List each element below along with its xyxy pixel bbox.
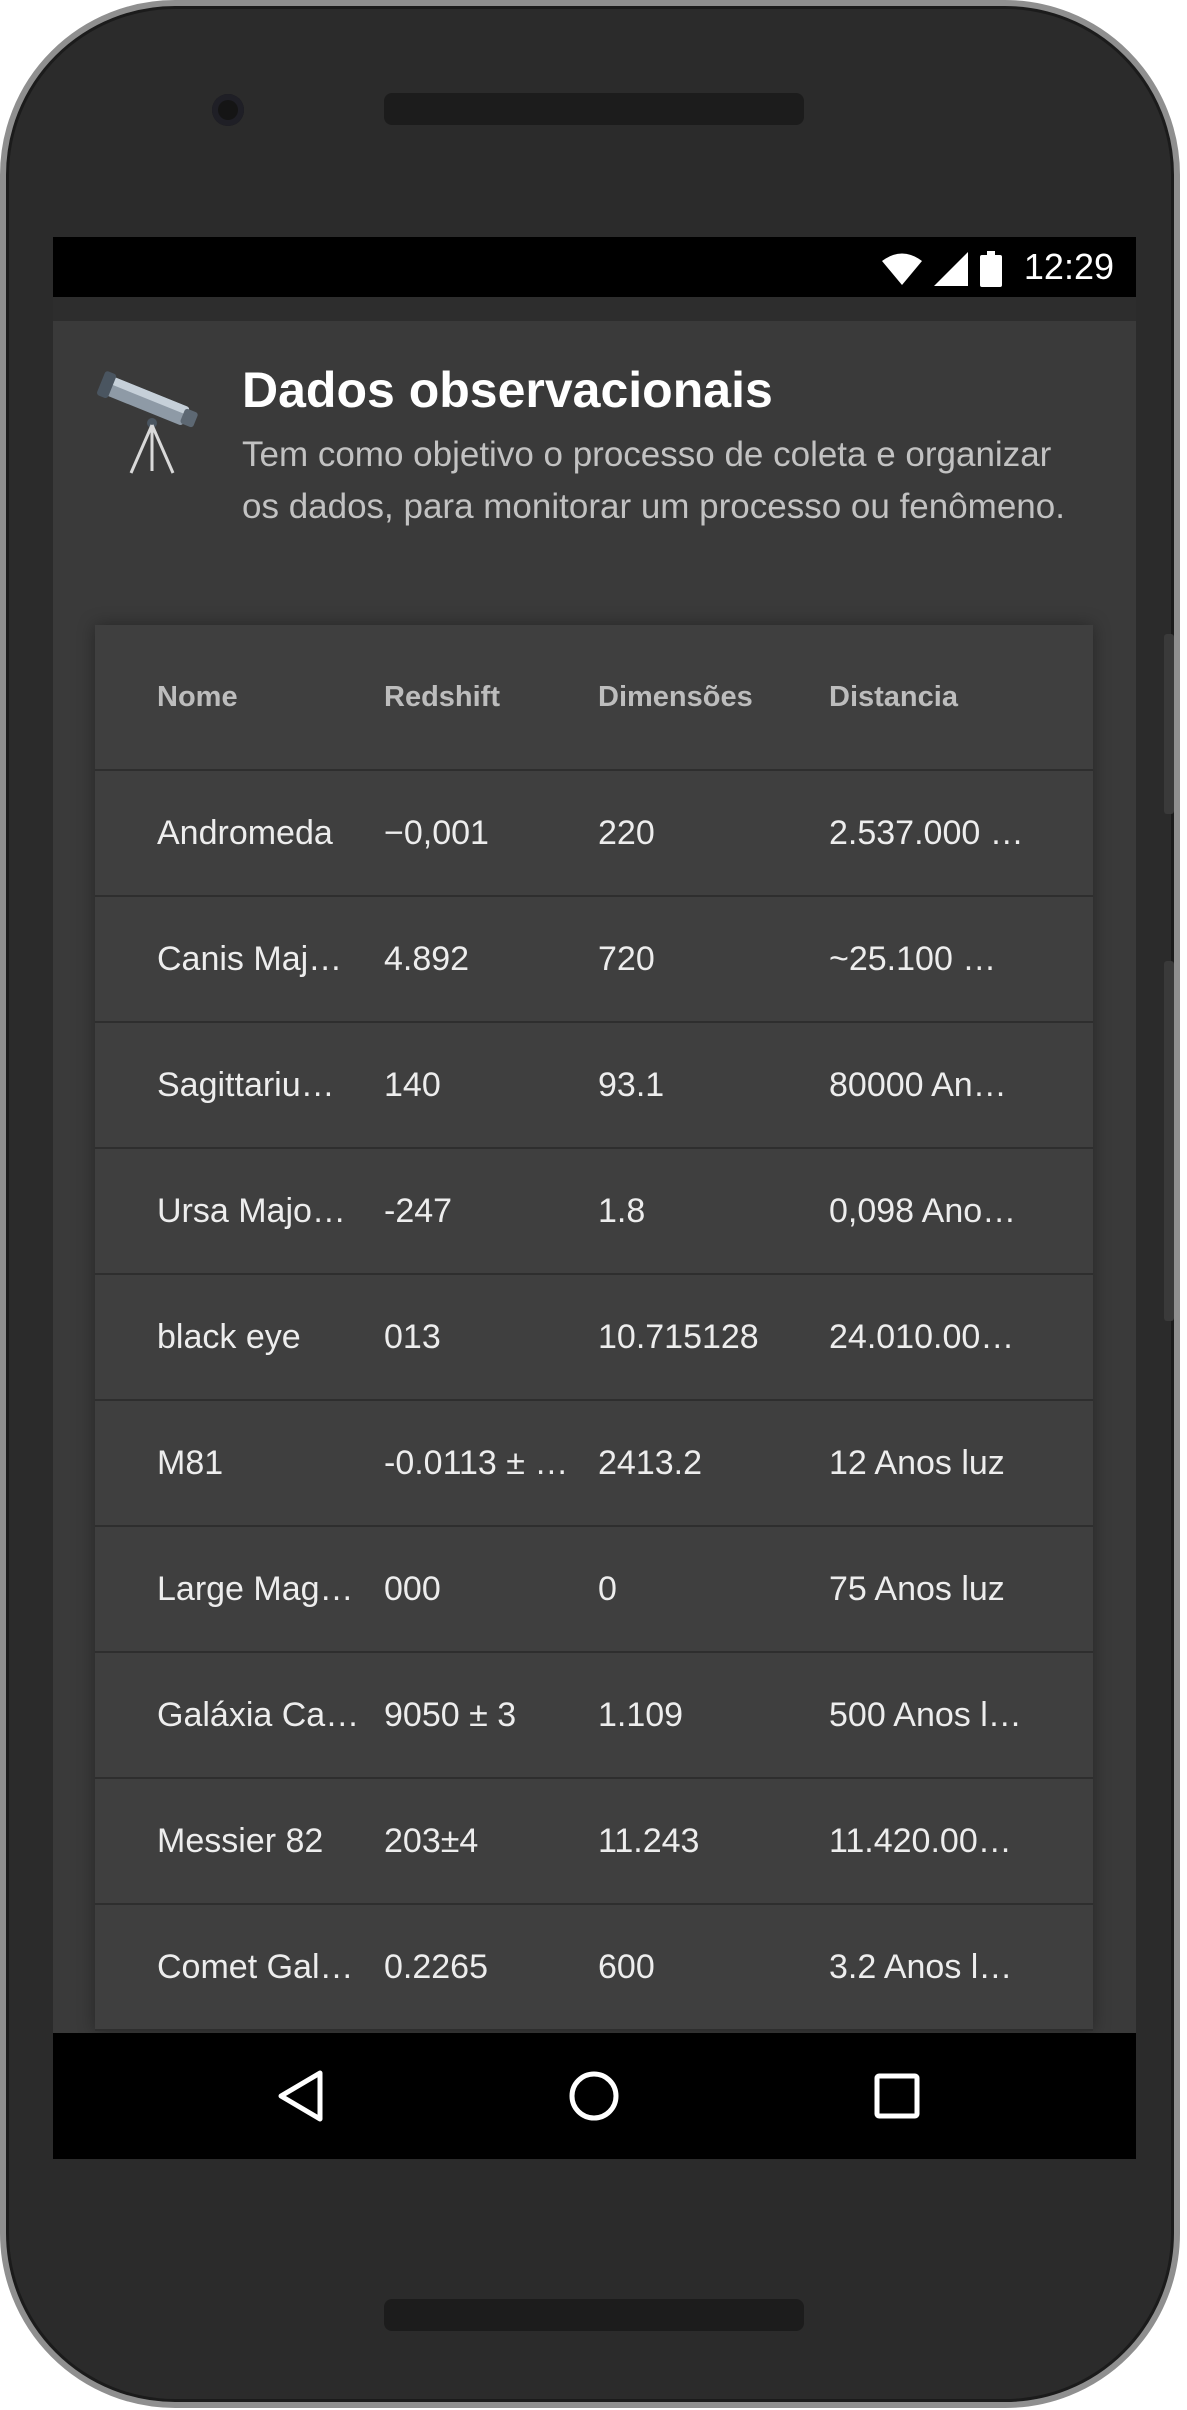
- signal-icon: [934, 252, 968, 286]
- cell-distancia: 3.2 Anos l…: [829, 1947, 1013, 1986]
- cell-nome: M81: [157, 1443, 224, 1482]
- content-card: Dados observacionais Tem como objetivo o…: [53, 321, 1136, 2159]
- cell-redshift: -247: [384, 1191, 453, 1230]
- cell-redshift: 9050 ± 3: [384, 1695, 517, 1734]
- cell-distancia: 11.420.00…: [829, 1821, 1012, 1860]
- cell-redshift: -0.0113 ± …: [384, 1443, 569, 1482]
- table-row[interactable]: Large Mag… 000 0 75 Anos luz: [95, 1527, 1093, 1653]
- cell-redshift: 013: [384, 1317, 441, 1356]
- table-row[interactable]: Galáxia Ca… 9050 ± 3 1.109 500 Anos l…: [95, 1653, 1093, 1779]
- page-title: Dados observacionais: [242, 362, 773, 418]
- cell-nome: Ursa Majo…: [157, 1191, 346, 1230]
- cell-dimensoes: 720: [598, 939, 655, 978]
- cell-dimensoes: 2413.2: [598, 1443, 702, 1482]
- navigation-bar: [53, 2033, 1136, 2159]
- table-header-row: Nome Redshift Dimensões Distancia: [95, 625, 1093, 771]
- table-row[interactable]: Ursa Majo… -247 1.8 0,098 Ano…: [95, 1149, 1093, 1275]
- telescope-icon: [97, 371, 198, 474]
- table-row[interactable]: Canis Maj… 4.892 720 ~25.100 …: [95, 897, 1093, 1023]
- cell-dimensoes: 1.8: [598, 1191, 646, 1230]
- cell-dimensoes: 1.109: [598, 1695, 684, 1734]
- cell-distancia: 0,098 Ano…: [829, 1191, 1017, 1230]
- column-header-dimensoes[interactable]: Dimensões: [598, 625, 808, 769]
- table-row[interactable]: Sagittariu… 140 93.1 80000 An…: [95, 1023, 1093, 1149]
- table-row[interactable]: black eye 013 10.715128 24.010.00…: [95, 1275, 1093, 1401]
- column-header-redshift[interactable]: Redshift: [384, 625, 574, 769]
- battery-icon: [980, 251, 1002, 287]
- cell-nome: black eye: [157, 1317, 301, 1356]
- screen: 12:29 Dados observacionais Tem como obje…: [53, 237, 1136, 2159]
- back-button[interactable]: [267, 2063, 333, 2129]
- volume-button: [1164, 634, 1174, 814]
- cell-dimensoes: 0: [598, 1569, 617, 1608]
- cell-dimensoes: 220: [598, 813, 655, 852]
- page-subtitle: Tem como objetivo o processo de coleta e…: [242, 435, 1065, 526]
- power-button: [1164, 961, 1174, 1321]
- table-row[interactable]: Comet Gal… 0.2265 600 3.2 Anos l…: [95, 1905, 1093, 2031]
- cell-dimensoes: 93.1: [598, 1065, 665, 1104]
- column-header-distancia[interactable]: Distancia: [829, 625, 1029, 769]
- table-row[interactable]: Messier 82 203±4 11.243 11.420.00…: [95, 1779, 1093, 1905]
- front-camera: [212, 94, 244, 126]
- cell-redshift: 000: [384, 1569, 441, 1608]
- back-icon: [278, 2070, 323, 2122]
- cell-dimensoes: 10.715128: [598, 1317, 759, 1356]
- table-row[interactable]: M81 -0.0113 ± … 2413.2 12 Anos luz: [95, 1401, 1093, 1527]
- status-bar: 12:29: [53, 237, 1136, 297]
- cell-nome: Large Mag…: [157, 1569, 354, 1608]
- cell-redshift: 4.892: [384, 939, 470, 978]
- recents-icon: [874, 2073, 920, 2119]
- status-icons: [882, 251, 1002, 287]
- cell-nome: Andromeda: [157, 813, 333, 852]
- cell-distancia: 12 Anos luz: [829, 1443, 1005, 1482]
- home-button[interactable]: [561, 2063, 627, 2129]
- cell-redshift: −0,001: [384, 813, 489, 852]
- status-time: 12:29: [1023, 246, 1114, 287]
- phone-frame: 12:29 Dados observacionais Tem como obje…: [0, 0, 1180, 2408]
- cell-distancia: 500 Anos l…: [829, 1695, 1022, 1734]
- wifi-icon: [882, 253, 922, 285]
- cell-redshift: 140: [384, 1065, 441, 1104]
- column-header-nome[interactable]: Nome: [157, 625, 357, 769]
- cell-distancia: 75 Anos luz: [829, 1569, 1005, 1608]
- cell-distancia: ~25.100 …: [829, 939, 997, 978]
- cell-distancia: 80000 An…: [829, 1065, 1007, 1104]
- cell-nome: Galáxia Ca…: [157, 1695, 357, 1734]
- cell-dimensoes: 600: [598, 1947, 655, 1986]
- cell-nome: Canis Maj…: [157, 939, 343, 978]
- table-row[interactable]: Andromeda −0,001 220 2.537.000 …: [95, 771, 1093, 897]
- data-table: Nome Redshift Dimensões Distancia Androm…: [95, 625, 1093, 2031]
- home-icon: [569, 2071, 619, 2121]
- cell-redshift: 0.2265: [384, 1947, 488, 1986]
- cell-redshift: 203±4: [384, 1821, 479, 1860]
- cell-nome: Comet Gal…: [157, 1947, 354, 1986]
- cell-dimensoes: 11.243: [598, 1821, 700, 1860]
- earpiece-speaker: [384, 93, 804, 125]
- bottom-speaker: [384, 2299, 804, 2331]
- cell-nome: Sagittariu…: [157, 1065, 335, 1104]
- cell-distancia: 2.537.000 …: [829, 813, 1024, 852]
- cell-nome: Messier 82: [157, 1821, 324, 1860]
- recents-button[interactable]: [864, 2063, 930, 2129]
- cell-distancia: 24.010.00…: [829, 1317, 1015, 1356]
